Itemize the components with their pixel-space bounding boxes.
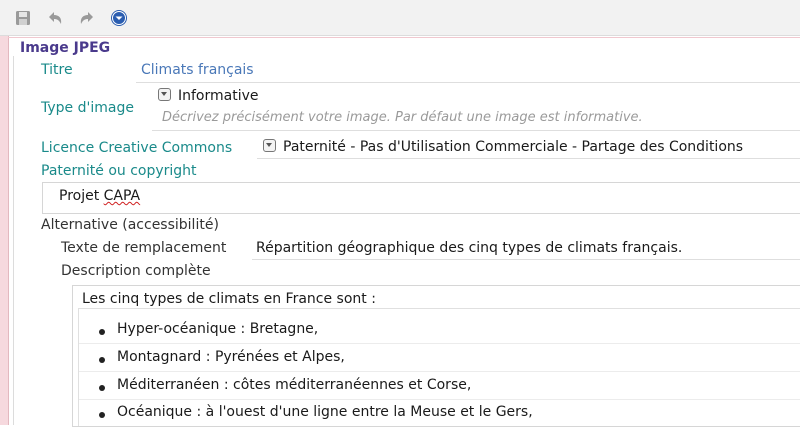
dropdown-icon bbox=[158, 88, 171, 101]
paternite-value: Projet CAPA bbox=[59, 188, 141, 204]
list-row-line bbox=[79, 399, 800, 400]
spellcheck-word: CAPA bbox=[103, 188, 141, 204]
save-button[interactable] bbox=[10, 5, 36, 31]
menu-button[interactable] bbox=[106, 5, 132, 31]
list-item[interactable]: Montagnard : Pyrénées et Alpes, bbox=[117, 349, 345, 365]
licence-label: Licence Creative Commons bbox=[41, 140, 233, 156]
toolbar bbox=[0, 0, 800, 36]
save-icon bbox=[16, 10, 30, 25]
undo-button[interactable] bbox=[42, 5, 68, 31]
redo-icon bbox=[80, 11, 93, 24]
list-row-line bbox=[79, 343, 800, 344]
list-item[interactable]: Océanique : à l'ouest d'une ligne entre … bbox=[117, 404, 533, 420]
list-item[interactable]: Méditerranéen : côtes méditerranéennes e… bbox=[117, 377, 471, 393]
paternite-label: Paternité ou copyright bbox=[41, 163, 197, 179]
bullet-4 bbox=[99, 412, 105, 418]
texte-remplacement-underline bbox=[252, 259, 800, 260]
licence-value: Paternité - Pas d'Utilisation Commercial… bbox=[283, 139, 744, 155]
bullet-3 bbox=[99, 385, 105, 391]
type-image-label: Type d'image bbox=[41, 100, 134, 116]
tree-guide-line bbox=[13, 56, 14, 425]
top-divider bbox=[8, 37, 800, 38]
list-row-line bbox=[79, 371, 800, 372]
menu-icon bbox=[111, 9, 127, 26]
texte-remplacement-value[interactable]: Répartition géographique des cinq types … bbox=[256, 240, 682, 256]
type-image-hint: Décrivez précisément votre image. Par dé… bbox=[162, 110, 643, 125]
type-image-value: Informative bbox=[178, 88, 259, 104]
description-intro: Les cinq types de climats en France sont… bbox=[82, 291, 376, 307]
paternite-input[interactable] bbox=[42, 182, 800, 214]
description-label: Description complète bbox=[61, 263, 211, 279]
titre-underline bbox=[136, 82, 800, 83]
undo-icon bbox=[49, 11, 62, 24]
alternative-label: Alternative (accessibilité) bbox=[41, 217, 219, 233]
texte-remplacement-label: Texte de remplacement bbox=[61, 240, 227, 256]
titre-label: Titre bbox=[41, 62, 73, 78]
left-margin-bar bbox=[0, 36, 9, 425]
list-item[interactable]: Hyper-océanique : Bretagne, bbox=[117, 321, 318, 337]
titre-value[interactable]: Climats français bbox=[141, 62, 254, 78]
bullet-1 bbox=[99, 329, 105, 335]
type-image-underline bbox=[152, 130, 800, 131]
licence-select[interactable]: Paternité - Pas d'Utilisation Commercial… bbox=[263, 139, 743, 155]
licence-underline bbox=[257, 158, 800, 159]
redo-button[interactable] bbox=[74, 5, 100, 31]
section-title: Image JPEG bbox=[20, 40, 111, 56]
bullet-2 bbox=[99, 357, 105, 363]
dropdown-icon bbox=[263, 139, 276, 152]
type-image-select[interactable]: Informative bbox=[158, 88, 259, 104]
